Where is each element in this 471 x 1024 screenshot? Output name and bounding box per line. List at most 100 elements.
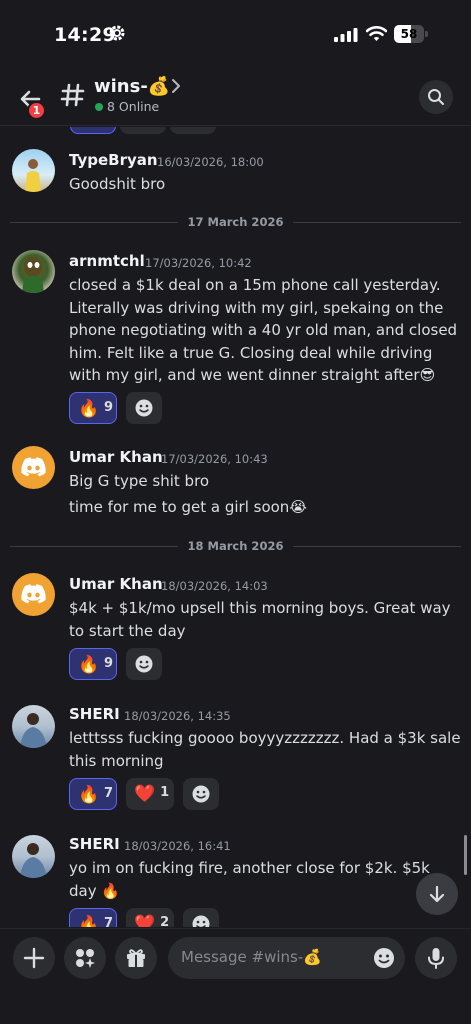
message-text: closed a $1k deal on a 15m phone call ye… — [69, 276, 458, 384]
status-time: 14:29 — [54, 24, 116, 46]
online-count: 8 Online — [107, 99, 160, 114]
message-text: Big G type shit bro — [69, 472, 210, 490]
message-author[interactable]: TypeBryan — [69, 151, 158, 169]
discord-logo-icon — [21, 457, 46, 477]
reaction-count: 1 — [160, 785, 170, 800]
message-list[interactable]: TypeBryan 16/03/2026, 18:00 Goodshit bro… — [0, 127, 471, 927]
apps-button[interactable] — [64, 937, 106, 979]
message-timestamp: 17/03/2026, 10:43 — [161, 452, 268, 466]
emoji-icon[interactable] — [373, 947, 395, 969]
heart-emoji: ❤️ — [134, 914, 156, 927]
message-item[interactable]: SHERI 18/03/2026, 16:41 yo im on fucking… — [0, 833, 471, 927]
user-photo-avatar[interactable] — [12, 149, 55, 192]
message-text: time for me to get a girl soon😭 — [69, 498, 307, 516]
reaction-bar: 🔥 7 ❤️ 2 — [69, 908, 223, 927]
search-icon — [428, 89, 444, 105]
fire-emoji: 🔥 — [78, 655, 100, 675]
message-item[interactable]: Umar Khan 18/03/2026, 14:03 $4k + $1k/mo… — [0, 573, 471, 683]
add-reaction-button[interactable] — [126, 392, 163, 424]
date-divider: 17 March 2026 — [0, 215, 471, 229]
plus-icon — [23, 947, 45, 969]
channel-name[interactable]: wins-💰 — [94, 76, 170, 97]
battery-indicator: 58 — [394, 25, 428, 43]
reaction-count: 7 — [104, 916, 114, 927]
reaction-fire[interactable]: 🔥 7 — [69, 908, 117, 927]
reaction-bar: 🔥 7 ❤️ 1 — [69, 778, 223, 810]
unread-badge: 1 — [27, 101, 46, 120]
channel-header: 1 wins-💰 8 Online — [0, 70, 471, 126]
discord-logo-icon — [21, 584, 46, 604]
status-bar: 14:29 58 — [0, 0, 471, 70]
online-status-dot — [95, 103, 103, 111]
search-button[interactable] — [419, 80, 453, 114]
message-author[interactable]: SHERI — [69, 835, 120, 853]
fire-emoji: 🔥 — [78, 399, 100, 419]
gift-button[interactable] — [115, 937, 157, 979]
message-item[interactable]: TypeBryan 16/03/2026, 18:00 Goodshit bro — [0, 149, 471, 209]
discord-default-avatar[interactable] — [12, 446, 55, 489]
microphone-icon — [428, 948, 444, 969]
message-input[interactable]: Message #wins-💰 — [168, 937, 405, 979]
user-photo-avatar[interactable] — [12, 835, 55, 878]
message-item[interactable]: Umar Khan 17/03/2026, 10:43 Big G type s… — [0, 446, 471, 526]
arrow-down-icon — [429, 885, 445, 903]
message-item[interactable]: arnmtchl 17/03/2026, 10:42 closed a $1k … — [0, 248, 471, 428]
message-timestamp: 18/03/2026, 16:41 — [124, 839, 231, 853]
chevron-right-icon[interactable] — [170, 78, 182, 94]
reaction-heart[interactable]: ❤️ 2 — [126, 908, 175, 927]
user-photo-avatar[interactable] — [12, 705, 55, 748]
message-timestamp: 17/03/2026, 10:42 — [145, 256, 252, 270]
add-reaction-icon — [135, 655, 153, 673]
message-text: yo im on fucking fire, another close for… — [69, 859, 430, 900]
fire-emoji: 🔥 — [78, 915, 100, 927]
gear-icon — [109, 25, 125, 41]
signal-icon — [334, 28, 358, 42]
message-input-placeholder: Message #wins-💰 — [181, 948, 322, 966]
fire-emoji: 🔥 — [78, 785, 100, 805]
message-composer: Message #wins-💰 — [0, 928, 471, 1024]
message-author[interactable]: SHERI — [69, 705, 120, 723]
user-photo-avatar[interactable] — [12, 250, 55, 293]
reaction-fire[interactable]: 🔥 7 — [69, 778, 117, 810]
reaction-count: 2 — [160, 915, 170, 927]
message-timestamp: 18/03/2026, 14:35 — [124, 709, 231, 723]
add-reaction-icon — [135, 399, 153, 417]
hash-icon — [60, 83, 85, 107]
voice-message-button[interactable] — [415, 937, 457, 979]
add-reaction-button[interactable] — [183, 908, 220, 927]
reaction-bar: 🔥 9 — [69, 392, 166, 424]
message-item[interactable]: SHERI 18/03/2026, 14:35 letttsss fucking… — [0, 703, 471, 813]
reaction-fire[interactable]: 🔥 9 — [69, 392, 117, 424]
discord-default-avatar[interactable] — [12, 573, 55, 616]
add-attachment-button[interactable] — [13, 937, 55, 979]
jump-to-latest-button[interactable] — [416, 873, 458, 915]
message-author[interactable]: Umar Khan — [69, 575, 163, 593]
reaction-fire[interactable]: 🔥 9 — [69, 648, 117, 680]
reaction-count: 7 — [104, 786, 114, 801]
reaction-heart[interactable]: ❤️ 1 — [126, 778, 175, 810]
date-divider: 18 March 2026 — [0, 539, 471, 553]
message-timestamp: 18/03/2026, 14:03 — [161, 579, 268, 593]
clipped-reactions — [70, 127, 220, 138]
date-divider-label: 18 March 2026 — [177, 539, 294, 553]
message-timestamp: 16/03/2026, 18:00 — [157, 155, 264, 169]
message-text: letttsss fucking goooo boyyyzzzzzzz. Had… — [69, 729, 461, 770]
message-text: $4k + $1k/mo upsell this morning boys. G… — [69, 599, 451, 640]
reaction-count: 9 — [104, 400, 114, 415]
apps-icon — [76, 949, 95, 968]
scrollbar-thumb[interactable] — [464, 835, 467, 875]
add-reaction-icon — [192, 915, 210, 927]
battery-level: 58 — [400, 27, 418, 41]
add-reaction-button[interactable] — [183, 778, 220, 810]
add-reaction-button[interactable] — [126, 648, 163, 680]
add-reaction-icon — [192, 785, 210, 803]
message-text: Goodshit bro — [69, 175, 166, 193]
reaction-count: 9 — [104, 656, 114, 671]
reaction-bar: 🔥 9 — [69, 648, 166, 680]
wifi-icon — [366, 26, 387, 41]
gift-icon — [127, 949, 145, 967]
message-author[interactable]: arnmtchl — [69, 252, 145, 270]
heart-emoji: ❤️ — [134, 784, 156, 804]
date-divider-label: 17 March 2026 — [177, 215, 294, 229]
message-author[interactable]: Umar Khan — [69, 448, 163, 466]
